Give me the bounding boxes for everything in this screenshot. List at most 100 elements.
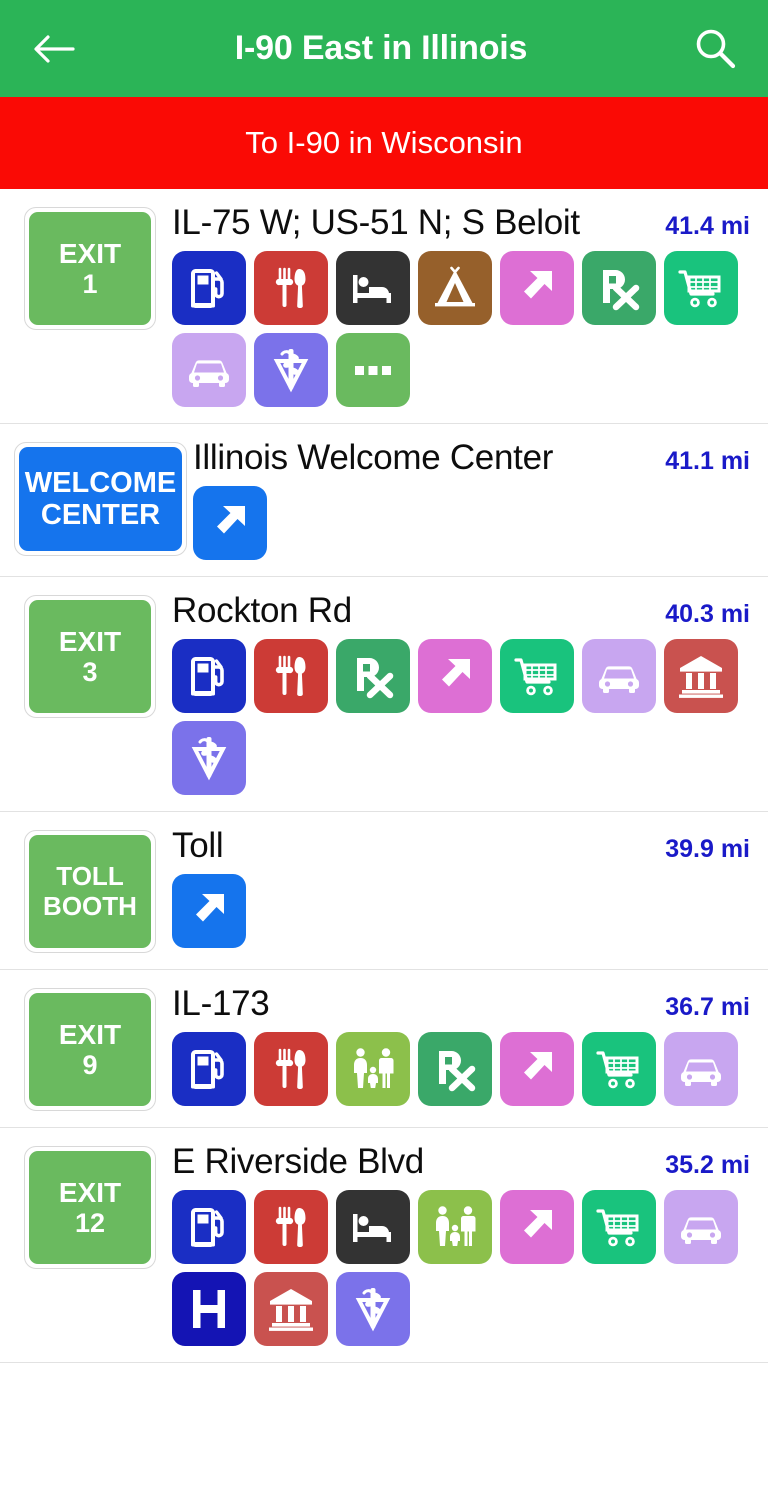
service-icons xyxy=(172,1032,754,1106)
pharmacy-icon[interactable] xyxy=(582,251,656,325)
bank-icon[interactable] xyxy=(254,1272,328,1346)
exit-list-item[interactable]: EXIT 9 IL-173 36.7 mi xyxy=(0,970,768,1128)
banner-text: To I-90 in Wisconsin xyxy=(245,125,523,160)
distance-label: 39.9 mi xyxy=(665,835,750,863)
badge-column: WELCOME CENTER xyxy=(14,438,187,556)
row-content: Toll 39.9 mi xyxy=(166,826,754,948)
arrow-left-icon xyxy=(34,34,75,63)
food-icon[interactable] xyxy=(254,1190,328,1264)
back-button[interactable] xyxy=(22,18,84,80)
exit-badge: EXIT 1 xyxy=(24,207,156,330)
service-icons xyxy=(193,486,754,560)
exit-list-item[interactable]: TOLL BOOTH Toll 39.9 mi xyxy=(0,812,768,970)
exit-list-item[interactable]: EXIT 12 E Riverside Blvd 35.2 mi xyxy=(0,1128,768,1363)
gas-icon[interactable] xyxy=(172,1032,246,1106)
title-line: IL-75 W; US-51 N; S Beloit 41.4 mi xyxy=(172,203,754,243)
app-bar: I-90 East in Illinois xyxy=(0,0,768,97)
exit-badge: EXIT 3 xyxy=(24,595,156,718)
badge-line-2: 12 xyxy=(74,1208,106,1239)
exit-list-screen: I-90 East in Illinois To I-90 in Wiscons… xyxy=(0,0,768,1509)
gas-icon[interactable] xyxy=(172,1190,246,1264)
exit-list-item[interactable]: WELCOME CENTER Illinois Welcome Center 41.1… xyxy=(0,424,768,577)
gas-icon[interactable] xyxy=(172,251,246,325)
arrow-blue-icon[interactable] xyxy=(172,874,246,948)
exit-badge: EXIT 12 xyxy=(24,1146,156,1269)
badge-column: EXIT 3 xyxy=(14,591,166,718)
service-icons xyxy=(172,251,754,407)
row-content: Rockton Rd 40.3 mi xyxy=(166,591,754,795)
poi-title: Illinois Welcome Center xyxy=(193,438,554,477)
service-icons xyxy=(172,874,754,948)
badge-inner: EXIT 1 xyxy=(29,212,151,325)
attraction-icon[interactable] xyxy=(418,1190,492,1264)
badge-line-2: 3 xyxy=(82,657,98,688)
badge-line-1: EXIT xyxy=(58,1018,122,1050)
exit-badge: EXIT 9 xyxy=(24,988,156,1111)
exit-list-item[interactable]: EXIT 1 IL-75 W; US-51 N; S Beloit 41.4 mi xyxy=(0,189,768,424)
destination-banner: To I-90 in Wisconsin xyxy=(0,97,768,189)
food-icon[interactable] xyxy=(254,639,328,713)
badge-column: EXIT 9 xyxy=(14,984,166,1111)
badge-inner: TOLL BOOTH xyxy=(29,835,151,948)
toll-badge: TOLL BOOTH xyxy=(24,830,156,953)
badge-column: EXIT 12 xyxy=(14,1142,166,1269)
vet-icon[interactable] xyxy=(172,721,246,795)
lodging-icon[interactable] xyxy=(336,251,410,325)
service-icons xyxy=(172,639,754,795)
arrow-pink-icon[interactable] xyxy=(500,1190,574,1264)
vet-icon[interactable] xyxy=(336,1272,410,1346)
lodging-icon[interactable] xyxy=(336,1190,410,1264)
service-icons xyxy=(172,1190,754,1346)
shopping-icon[interactable] xyxy=(500,639,574,713)
arrow-blue-icon[interactable] xyxy=(193,486,267,560)
pharmacy-icon[interactable] xyxy=(336,639,410,713)
hospital-icon[interactable] xyxy=(172,1272,246,1346)
more-icon[interactable] xyxy=(336,333,410,407)
badge-inner: EXIT 12 xyxy=(29,1151,151,1264)
title-line: IL-173 36.7 mi xyxy=(172,984,754,1024)
search-button[interactable] xyxy=(684,18,746,80)
badge-line-1: EXIT xyxy=(58,625,122,657)
attraction-icon[interactable] xyxy=(336,1032,410,1106)
exit-list: EXIT 1 IL-75 W; US-51 N; S Beloit 41.4 mi WE… xyxy=(0,189,768,1363)
shopping-icon[interactable] xyxy=(582,1190,656,1264)
shopping-icon[interactable] xyxy=(664,251,738,325)
badge-column: EXIT 1 xyxy=(14,203,166,330)
exit-list-item[interactable]: EXIT 3 Rockton Rd 40.3 mi xyxy=(0,577,768,812)
poi-title: E Riverside Blvd xyxy=(172,1142,424,1181)
title-line: E Riverside Blvd 35.2 mi xyxy=(172,1142,754,1182)
arrow-pink-icon[interactable] xyxy=(418,639,492,713)
auto-icon[interactable] xyxy=(172,333,246,407)
distance-label: 36.7 mi xyxy=(665,993,750,1021)
food-icon[interactable] xyxy=(254,1032,328,1106)
auto-icon[interactable] xyxy=(664,1190,738,1264)
badge-line-1: EXIT xyxy=(58,1176,122,1208)
arrow-pink-icon[interactable] xyxy=(500,251,574,325)
distance-label: 41.1 mi xyxy=(665,447,750,475)
poi-title: IL-75 W; US-51 N; S Beloit xyxy=(172,203,580,242)
camping-icon[interactable] xyxy=(418,251,492,325)
badge-inner: EXIT 3 xyxy=(29,600,151,713)
auto-icon[interactable] xyxy=(664,1032,738,1106)
row-content: Illinois Welcome Center 41.1 mi xyxy=(187,438,754,560)
pharmacy-icon[interactable] xyxy=(418,1032,492,1106)
badge-line-2: CENTER xyxy=(40,499,161,531)
badge-inner: EXIT 9 xyxy=(29,993,151,1106)
page-title: I-90 East in Illinois xyxy=(234,29,528,67)
welcome-badge: WELCOME CENTER xyxy=(14,442,187,556)
badge-line-2: 1 xyxy=(82,269,98,300)
gas-icon[interactable] xyxy=(172,639,246,713)
vet-icon[interactable] xyxy=(254,333,328,407)
badge-line-1: EXIT xyxy=(58,237,122,269)
row-content: E Riverside Blvd 35.2 mi xyxy=(166,1142,754,1346)
food-icon[interactable] xyxy=(254,251,328,325)
bank-icon[interactable] xyxy=(664,639,738,713)
shopping-icon[interactable] xyxy=(582,1032,656,1106)
title-line: Illinois Welcome Center 41.1 mi xyxy=(193,438,754,478)
row-content: IL-173 36.7 mi xyxy=(166,984,754,1106)
title-line: Rockton Rd 40.3 mi xyxy=(172,591,754,631)
row-content: IL-75 W; US-51 N; S Beloit 41.4 mi xyxy=(166,203,754,407)
auto-icon[interactable] xyxy=(582,639,656,713)
arrow-pink-icon[interactable] xyxy=(500,1032,574,1106)
badge-column: TOLL BOOTH xyxy=(14,826,166,953)
